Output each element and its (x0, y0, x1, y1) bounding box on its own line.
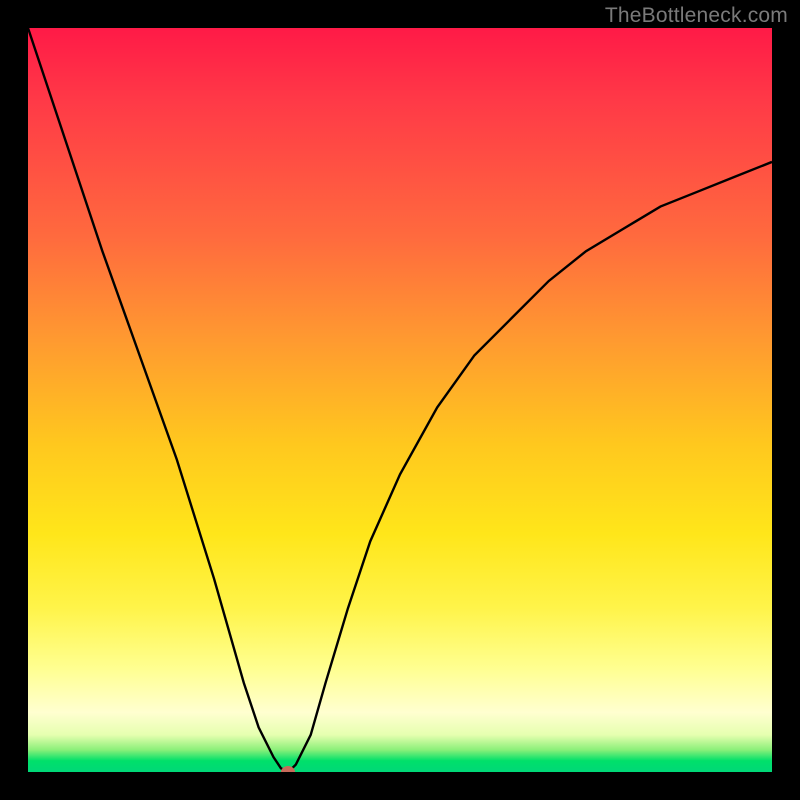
bottleneck-curve (28, 28, 772, 772)
watermark-label: TheBottleneck.com (605, 4, 788, 28)
optimal-point-marker (281, 766, 295, 772)
plot-area (28, 28, 772, 772)
chart-frame: TheBottleneck.com (0, 0, 800, 800)
curve-path (28, 28, 772, 772)
